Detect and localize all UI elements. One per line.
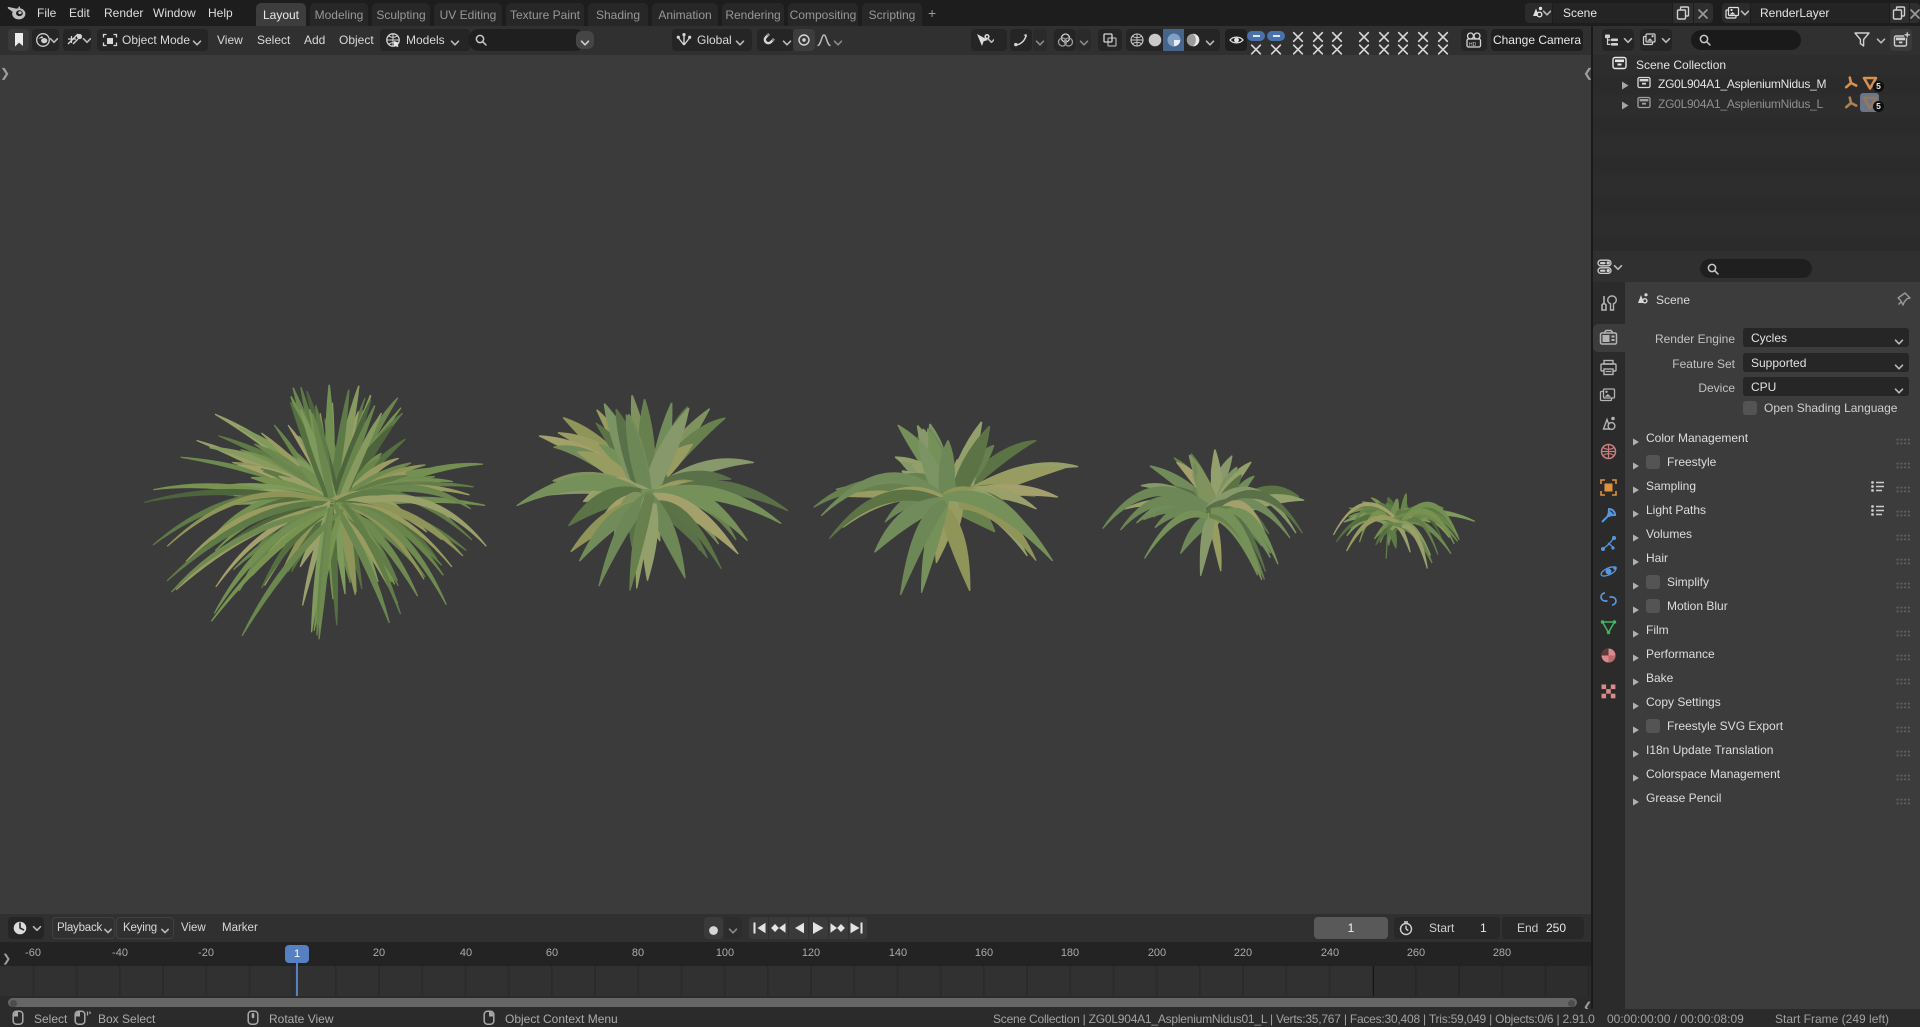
svg-text:HD: HD: [1469, 42, 1477, 48]
